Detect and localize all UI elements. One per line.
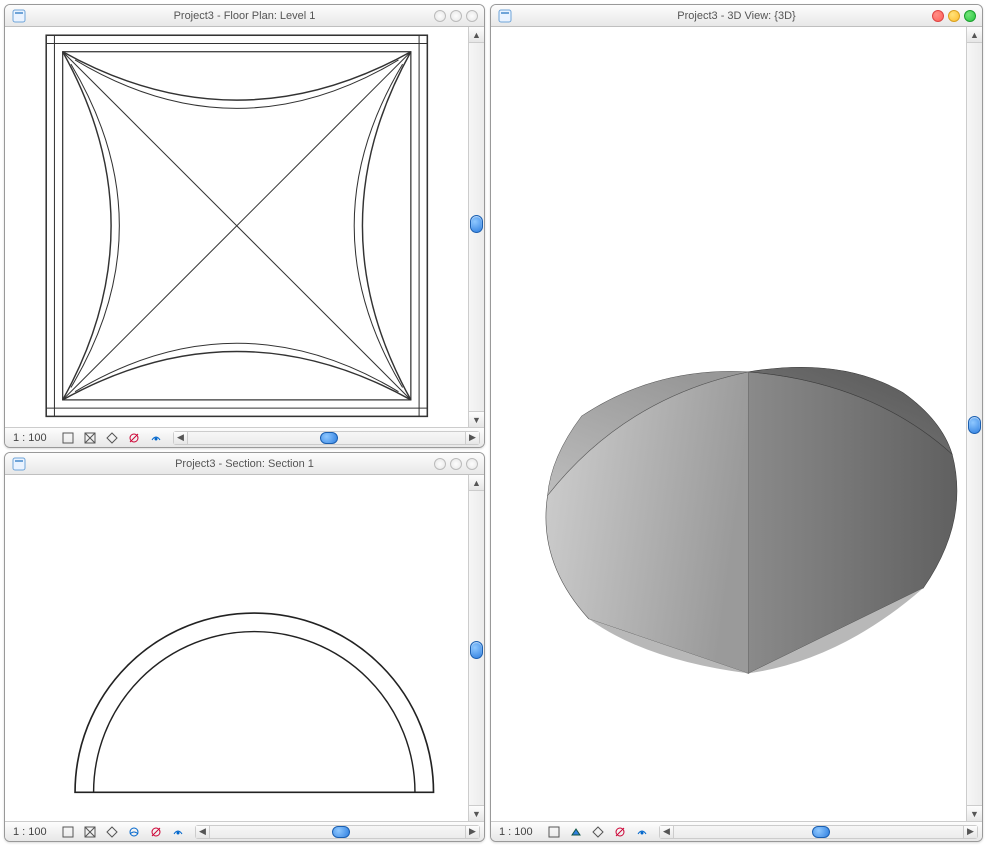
scroll-up-icon[interactable]: ▲ [469, 475, 484, 491]
vertical-scrollbar[interactable]: ▲ ▼ [966, 27, 982, 821]
horizontal-scrollbar[interactable]: ◀ ▶ [659, 825, 978, 839]
view3d-title: Project3 - 3D View: {3D} [491, 10, 982, 22]
scroll-left-icon[interactable]: ◀ [196, 826, 210, 838]
view3d-titlebar[interactable]: Project3 - 3D View: {3D} [491, 5, 982, 27]
section-canvas-area[interactable] [5, 475, 484, 821]
scroll-up-icon[interactable]: ▲ [469, 27, 484, 43]
section-title: Project3 - Section: Section 1 [5, 458, 484, 470]
window-controls [434, 10, 478, 22]
scroll-down-icon[interactable]: ▼ [967, 805, 982, 821]
scroll-left-icon[interactable]: ◀ [660, 826, 674, 838]
scroll-thumb[interactable] [320, 432, 338, 444]
horizontal-scrollbar[interactable]: ◀ ▶ [173, 431, 480, 445]
window-controls [434, 458, 478, 470]
horizontal-scrollbar[interactable]: ◀ ▶ [195, 825, 480, 839]
vertical-scrollbar[interactable]: ▲ ▼ [468, 27, 484, 427]
floorplan-title: Project3 - Floor Plan: Level 1 [5, 10, 484, 22]
document-icon [11, 8, 27, 24]
close-button[interactable] [466, 10, 478, 22]
maximize-button[interactable] [450, 458, 462, 470]
vertical-scrollbar[interactable]: ▲ ▼ [468, 475, 484, 821]
scroll-right-icon[interactable]: ▶ [465, 826, 479, 838]
document-icon [497, 8, 513, 24]
floorplan-titlebar[interactable]: Project3 - Floor Plan: Level 1 [5, 5, 484, 27]
scroll-right-icon[interactable]: ▶ [963, 826, 977, 838]
window-controls [932, 10, 976, 22]
scroll-right-icon[interactable]: ▶ [465, 432, 479, 444]
scroll-down-icon[interactable]: ▼ [469, 805, 484, 821]
scroll-thumb[interactable] [470, 641, 483, 659]
scroll-up-icon[interactable]: ▲ [967, 27, 982, 43]
maximize-button[interactable] [964, 10, 976, 22]
scroll-thumb[interactable] [470, 215, 483, 233]
view3d-canvas-area[interactable] [491, 27, 982, 821]
scroll-left-icon[interactable]: ◀ [174, 432, 188, 444]
floorplan-canvas-area[interactable] [5, 27, 484, 427]
document-icon [11, 456, 27, 472]
minimize-button[interactable] [434, 458, 446, 470]
scroll-thumb[interactable] [968, 416, 981, 434]
view3d-pane: Project3 - 3D View: {3D} [490, 4, 983, 842]
scroll-down-icon[interactable]: ▼ [469, 411, 484, 427]
section-drawing [5, 475, 484, 833]
floorplan-drawing [5, 27, 484, 439]
minimize-button[interactable] [434, 10, 446, 22]
close-button[interactable] [466, 458, 478, 470]
minimize-button[interactable] [948, 10, 960, 22]
floorplan-pane: Project3 - Floor Plan: Level 1 [4, 4, 485, 448]
view3d-drawing [491, 27, 982, 842]
section-titlebar[interactable]: Project3 - Section: Section 1 [5, 453, 484, 475]
close-button[interactable] [932, 10, 944, 22]
scroll-thumb[interactable] [332, 826, 350, 838]
section-pane: Project3 - Section: Section 1 ▲ ▼ 1 : 10… [4, 452, 485, 842]
scroll-thumb[interactable] [812, 826, 830, 838]
maximize-button[interactable] [450, 10, 462, 22]
